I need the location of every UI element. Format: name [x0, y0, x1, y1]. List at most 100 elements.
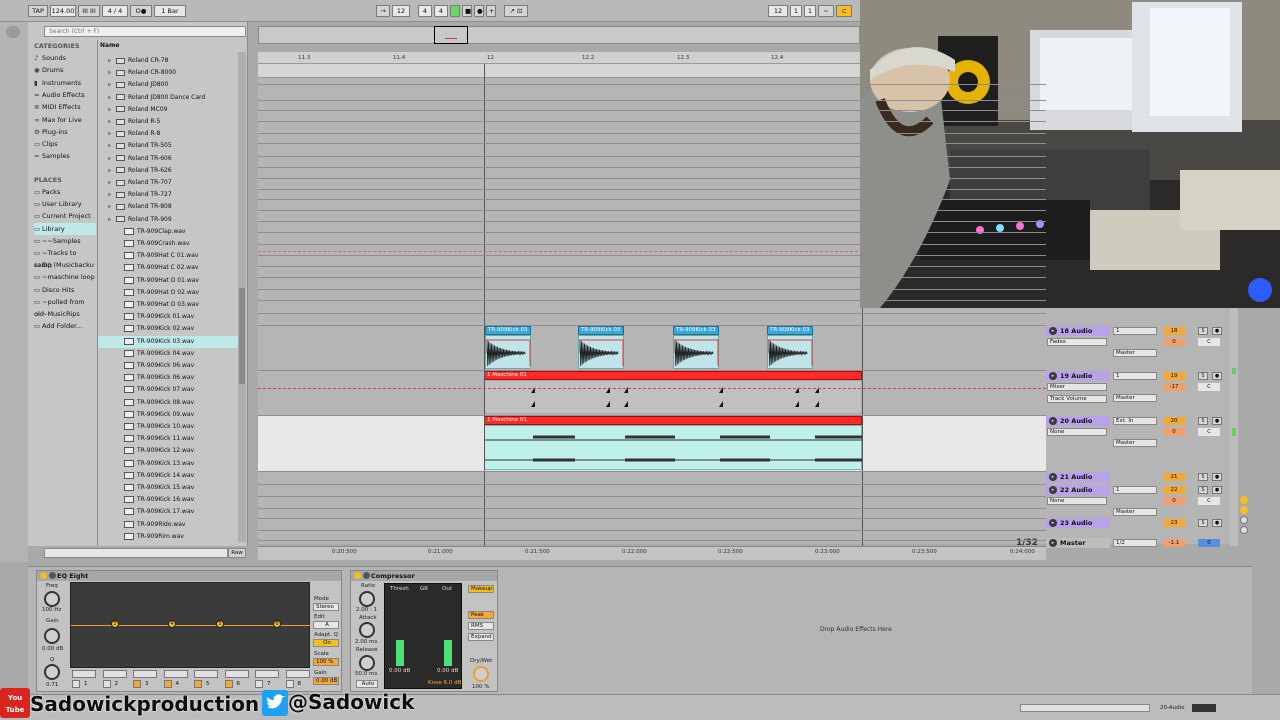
band-enable-toggle[interactable] [163, 680, 172, 688]
file-row[interactable]: TR-909Kick 14.wav [98, 470, 238, 482]
draw-mode-button[interactable]: ~ [818, 5, 834, 17]
fold-track-icon[interactable]: ▸ [1049, 473, 1057, 481]
loop-brace-ruler[interactable] [258, 64, 860, 78]
eq-gain-knob[interactable] [44, 628, 60, 644]
expand-arrow-icon[interactable]: ▹ [108, 116, 116, 128]
filter-shape-icon[interactable] [102, 670, 127, 678]
filter-shape-icon[interactable] [163, 670, 188, 678]
file-row[interactable]: TR-909Kick 04.wav [98, 348, 238, 360]
arm-button[interactable]: ● [1212, 473, 1222, 481]
comp-drywet-knob[interactable] [473, 666, 489, 682]
track-input-select[interactable]: None [1047, 428, 1107, 436]
file-row[interactable]: TR-909Kick 02.wav [98, 323, 238, 335]
loop-end-marker[interactable] [862, 300, 863, 548]
preview-waveform[interactable] [44, 548, 228, 558]
folder-row[interactable]: ▹ Roland TR-505 [98, 140, 238, 152]
folder-row[interactable]: ▹ Roland TR-626 [98, 165, 238, 177]
comp-makeup-button[interactable]: Makeup [468, 585, 494, 593]
comp-attack-knob[interactable] [359, 622, 375, 638]
expand-arrow-icon[interactable]: ▹ [108, 92, 116, 104]
category-audio-effects[interactable]: ≈ Audio Effects [34, 89, 85, 101]
maschine-clip-1-header[interactable]: 1 Maschine 01 [484, 371, 862, 380]
track-volume[interactable]: 0 [1163, 338, 1185, 346]
eq-edit-button[interactable]: A [313, 621, 339, 629]
place-item[interactable]: ▭ ~MusicRips [34, 308, 96, 320]
place-item[interactable]: ▭ Current Project [34, 210, 96, 222]
kick-clip-header[interactable]: TR-909Kick 03 [578, 326, 624, 335]
folder-row[interactable]: ▹ Roland JD800 Dance Card [98, 92, 238, 104]
track-input-select[interactable]: None [1047, 497, 1107, 505]
category-samples[interactable]: ≈ Samples [34, 150, 70, 162]
band-enable-toggle[interactable] [285, 680, 294, 688]
band-enable-toggle[interactable] [224, 680, 233, 688]
comp-title[interactable]: Compressor [351, 571, 497, 581]
track-pan[interactable]: C [1198, 497, 1220, 505]
file-row[interactable]: TR-909Clap.wav [98, 226, 238, 238]
maschine-clip-2-header[interactable]: 1 Maschine 01 [484, 416, 862, 425]
file-row[interactable]: TR-909Kick 03.wav [98, 335, 238, 348]
folder-row[interactable]: ▹ Roland JD800 [98, 79, 238, 91]
category-plug-ins[interactable]: ⚙ Plug-ins [34, 126, 68, 138]
kick-clip-body[interactable] [578, 335, 624, 369]
place-item[interactable]: ▭ ~~Samples [34, 235, 96, 247]
eq-power-icon[interactable] [40, 572, 47, 579]
track-output-select[interactable]: Master [1113, 349, 1157, 357]
category-midi-effects[interactable]: ≋ MIDI Effects [34, 101, 81, 113]
time-signature-field[interactable]: 4 / 4 [102, 5, 128, 17]
expand-arrow-icon[interactable]: ▹ [108, 177, 116, 189]
maschine-clip-1-body[interactable] [484, 380, 862, 414]
comp-fold-icon[interactable] [363, 572, 370, 579]
file-row[interactable]: TR-909Kick 06.wav [98, 360, 238, 372]
kick-clip-header[interactable]: TR-909Kick 03 [767, 326, 813, 335]
tempo-nudge-buttons[interactable]: III III [78, 5, 100, 17]
comp-rms-button[interactable]: RMS [468, 622, 494, 630]
file-row[interactable]: TR-909Kick 09.wav [98, 409, 238, 421]
kick-clip-body[interactable] [767, 335, 813, 369]
file-row[interactable]: TR-909Hat C 01.wav [98, 250, 238, 262]
loop-start-bar[interactable]: 12 [768, 5, 788, 17]
filter-shape-icon[interactable] [194, 670, 218, 678]
place-item[interactable]: ▭ D:\ (Musicbacku [34, 259, 96, 271]
browser-search-input[interactable]: Search (Ctrl + F) [44, 26, 246, 37]
eq-adaptq-button[interactable]: On [313, 639, 339, 647]
track-header[interactable]: ▸ 23 Audio [1046, 518, 1110, 528]
browser-toggle-icon[interactable] [6, 26, 20, 38]
comp-knee-value[interactable]: Knee 6.0 dB [428, 680, 461, 686]
track-activator[interactable]: 18 [1163, 327, 1185, 335]
fold-track-icon[interactable]: ▸ [1049, 327, 1057, 335]
kick-clip-header[interactable]: TR-909Kick 03 [485, 326, 531, 335]
eq-band-selector[interactable]: 4 [163, 670, 190, 690]
category-sounds[interactable]: ♪ Sounds [34, 52, 66, 64]
file-row[interactable]: TR-909Kick 17.wav [98, 506, 238, 518]
file-row[interactable]: TR-909Kick 10.wav [98, 421, 238, 433]
file-row[interactable]: TR-909Kick 11.wav [98, 433, 238, 445]
place-item[interactable]: ▭ ~maschine loop [34, 271, 96, 283]
eq-band-selector[interactable]: 3 [133, 670, 159, 690]
file-row[interactable]: TR-909Rido.wav [98, 519, 238, 531]
eq-band-selector[interactable]: 6 [224, 670, 251, 690]
eq-output-gain-field[interactable]: 0.00 dB [313, 677, 339, 685]
track-volume[interactable]: 0 [1163, 497, 1185, 505]
track-input-channel[interactable]: 1 [1113, 327, 1157, 335]
position-beat[interactable]: 4 [418, 5, 432, 17]
track-input-channel[interactable]: Ext. In [1113, 417, 1157, 425]
place-item[interactable]: ▭ ~pulled from old [34, 296, 96, 318]
fold-track-icon[interactable]: ▸ [1049, 417, 1057, 425]
comp-out-meter[interactable] [444, 640, 452, 666]
solo-button[interactable]: S [1198, 327, 1208, 335]
overview-viewport[interactable] [434, 26, 468, 44]
track-pan[interactable]: 0 [1198, 539, 1220, 547]
track-header[interactable]: ▸ 21 Audio [1046, 472, 1110, 482]
track-header[interactable]: ▸ Master [1046, 538, 1110, 548]
eq-band-selector[interactable]: 5 [194, 670, 220, 690]
loop-button[interactable]: ⊂ [836, 5, 852, 17]
filter-shape-icon[interactable] [133, 670, 157, 678]
file-row[interactable]: TR-909Kick 01.wav [98, 311, 238, 323]
comp-thresh-meter[interactable] [396, 640, 404, 666]
follow-button[interactable]: → [376, 5, 390, 17]
track-volume[interactable]: 0 [1163, 428, 1185, 436]
track-pan[interactable]: C [1198, 383, 1220, 391]
track-header[interactable]: ▸ 18 Audio [1046, 326, 1110, 336]
comp-power-icon[interactable] [354, 572, 361, 579]
file-row[interactable]: TR-909Kick 15.wav [98, 482, 238, 494]
